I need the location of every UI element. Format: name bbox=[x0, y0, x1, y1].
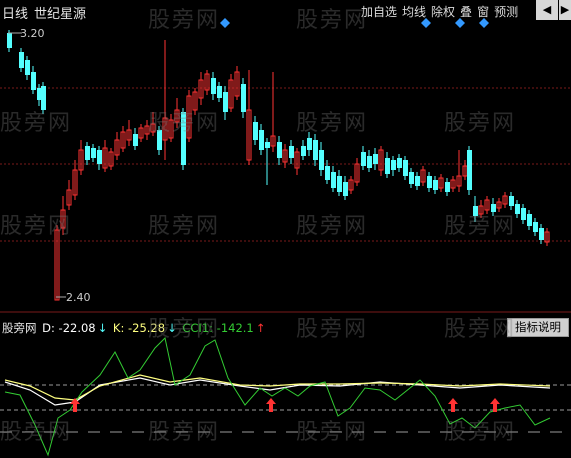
candle-body-down bbox=[361, 152, 366, 166]
candle-body-down bbox=[307, 138, 312, 150]
candle-body-down bbox=[181, 112, 186, 165]
d-arrow-icon: ↓ bbox=[97, 321, 108, 335]
candle-body-down bbox=[331, 172, 336, 188]
candle-body-down bbox=[367, 156, 372, 168]
candle-body-down bbox=[277, 142, 282, 158]
candle-body-down bbox=[25, 60, 30, 75]
high-price-label: 3.20 bbox=[20, 27, 45, 40]
candle-body-down bbox=[515, 204, 520, 214]
indicator-panel bbox=[0, 336, 571, 457]
candle-body-down bbox=[521, 208, 526, 220]
candle-body-down bbox=[415, 176, 420, 186]
candlesticks bbox=[7, 30, 550, 301]
candle-body-down bbox=[7, 33, 12, 48]
candle-body-down bbox=[397, 158, 402, 168]
candle-body-down bbox=[133, 134, 138, 146]
indicator-explain-button[interactable]: 指标说明 bbox=[507, 318, 569, 337]
candle-body-down bbox=[253, 122, 258, 140]
cci-arrow-icon: ↑ bbox=[255, 321, 266, 335]
candle-body-down bbox=[19, 52, 24, 68]
candle-body-down bbox=[533, 222, 538, 232]
candle-body-down bbox=[85, 146, 90, 160]
d-value: D: -22.08 bbox=[42, 321, 96, 335]
candle-body-down bbox=[211, 78, 216, 94]
candle-body-down bbox=[433, 180, 438, 190]
candle-body-down bbox=[97, 150, 102, 164]
candle-body-down bbox=[41, 86, 46, 110]
k-arrow-icon: ↓ bbox=[167, 321, 177, 335]
candle-body-down bbox=[473, 206, 478, 216]
candle-body-down bbox=[265, 142, 270, 148]
candle-body-down bbox=[403, 160, 408, 176]
diamond-marker bbox=[479, 18, 489, 28]
cci-value: CCI1: -142.1 bbox=[182, 321, 254, 335]
candle-body-down bbox=[91, 148, 96, 158]
signal-diamonds bbox=[220, 18, 489, 28]
candle-body-down bbox=[31, 72, 36, 90]
candle-body-down bbox=[217, 86, 222, 98]
candle-body-down bbox=[223, 92, 228, 112]
candle-body-down bbox=[427, 176, 432, 188]
candle-body-down bbox=[157, 130, 162, 150]
candle-body-down bbox=[409, 172, 414, 184]
candle-body-down bbox=[301, 146, 306, 156]
k-value: K: -25.28 bbox=[112, 321, 166, 335]
candle-body-down bbox=[527, 214, 532, 226]
diamond-marker bbox=[220, 18, 230, 28]
candle-body-down bbox=[509, 196, 514, 206]
candle-body-down bbox=[313, 140, 318, 160]
candle-body-down bbox=[241, 84, 246, 112]
diamond-marker bbox=[455, 18, 465, 28]
d-line bbox=[4, 377, 551, 406]
candle-body-down bbox=[539, 228, 544, 240]
indicator-name: 股旁网 bbox=[2, 321, 37, 335]
indicator-legend: 股旁网 D: -22.08 ↓ K: -25.28 ↓ CCI1: -142.1 ↑ bbox=[2, 320, 267, 336]
candle-body-down bbox=[385, 158, 390, 174]
diamond-marker bbox=[421, 18, 431, 28]
candle-body-down bbox=[259, 130, 264, 150]
candle-body-down bbox=[343, 182, 348, 196]
candle-body-down bbox=[325, 166, 330, 180]
candle-body-down bbox=[491, 204, 496, 212]
candle-body-down bbox=[373, 154, 378, 164]
candle-body-down bbox=[289, 146, 294, 158]
kline-chart: 3.20 2.40 bbox=[0, 18, 571, 457]
candle-body-down bbox=[319, 150, 324, 170]
low-price-label: 2.40 bbox=[66, 291, 91, 304]
cci-line bbox=[4, 336, 551, 457]
candle-body-down bbox=[337, 176, 342, 192]
candle-body-down bbox=[445, 182, 450, 192]
candle-body-down bbox=[467, 150, 472, 190]
candle-body-down bbox=[391, 160, 396, 170]
